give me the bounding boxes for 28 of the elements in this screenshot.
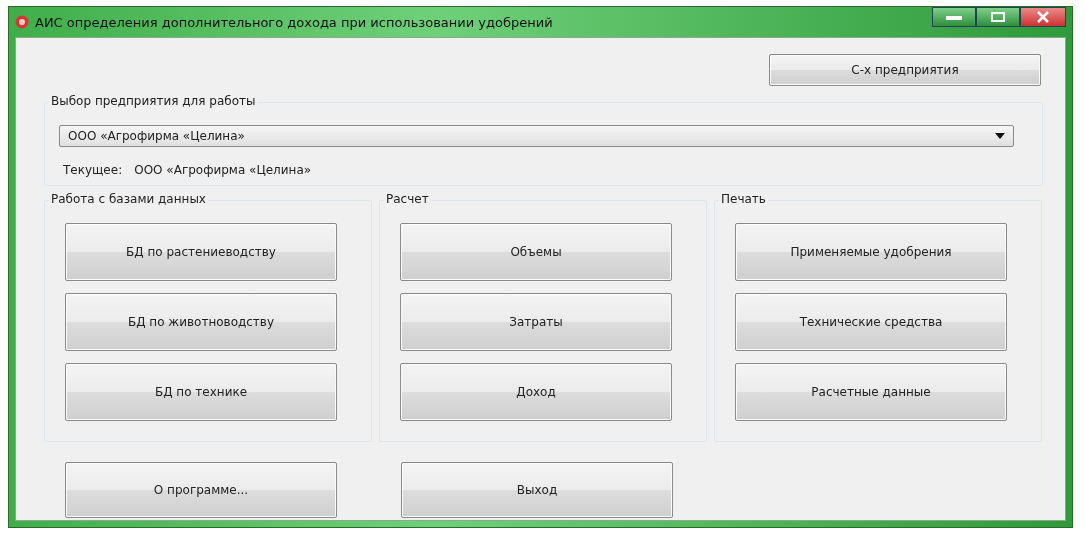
window-title: АИС определения дополнительного дохода при использовании удобрений — [35, 14, 554, 30]
close-button[interactable] — [1020, 7, 1066, 27]
maximize-icon — [991, 12, 1005, 22]
action-button[interactable]: Доход — [400, 363, 672, 421]
group-title: Печать — [719, 192, 768, 206]
action-button[interactable]: Затраты — [400, 293, 672, 351]
action-button[interactable]: БД по технике — [65, 363, 337, 421]
action-button[interactable]: БД по животноводству — [65, 293, 337, 351]
minimize-icon — [946, 14, 962, 20]
enterprises-button[interactable]: С-х предприятия — [769, 54, 1041, 86]
action-button[interactable]: Технические средства — [735, 293, 1007, 351]
app-icon — [15, 15, 29, 29]
maximize-button[interactable] — [976, 7, 1020, 27]
action-button[interactable]: Применяемые удобрения — [735, 223, 1007, 281]
group-title: Работа с базами данных — [49, 192, 208, 206]
dropdown-arrow-icon — [995, 133, 1005, 139]
current-value: ООО «Агрофирма «Целина» — [134, 163, 312, 177]
group-title: Расчет — [384, 192, 431, 206]
action-button[interactable]: Расчетные данные — [735, 363, 1007, 421]
enterprise-dropdown[interactable]: ООО «Агрофирма «Целина» — [59, 125, 1014, 147]
action-button[interactable]: БД по растениеводству — [65, 223, 337, 281]
close-icon — [1036, 11, 1050, 23]
action-button[interactable]: Выход — [401, 462, 673, 518]
group-title: Выбор предприятия для работы — [49, 94, 258, 108]
action-button[interactable]: О программе... — [65, 462, 337, 518]
current-label: Текущее: — [63, 163, 123, 177]
action-button[interactable]: Объемы — [400, 223, 672, 281]
minimize-button[interactable] — [932, 7, 976, 27]
